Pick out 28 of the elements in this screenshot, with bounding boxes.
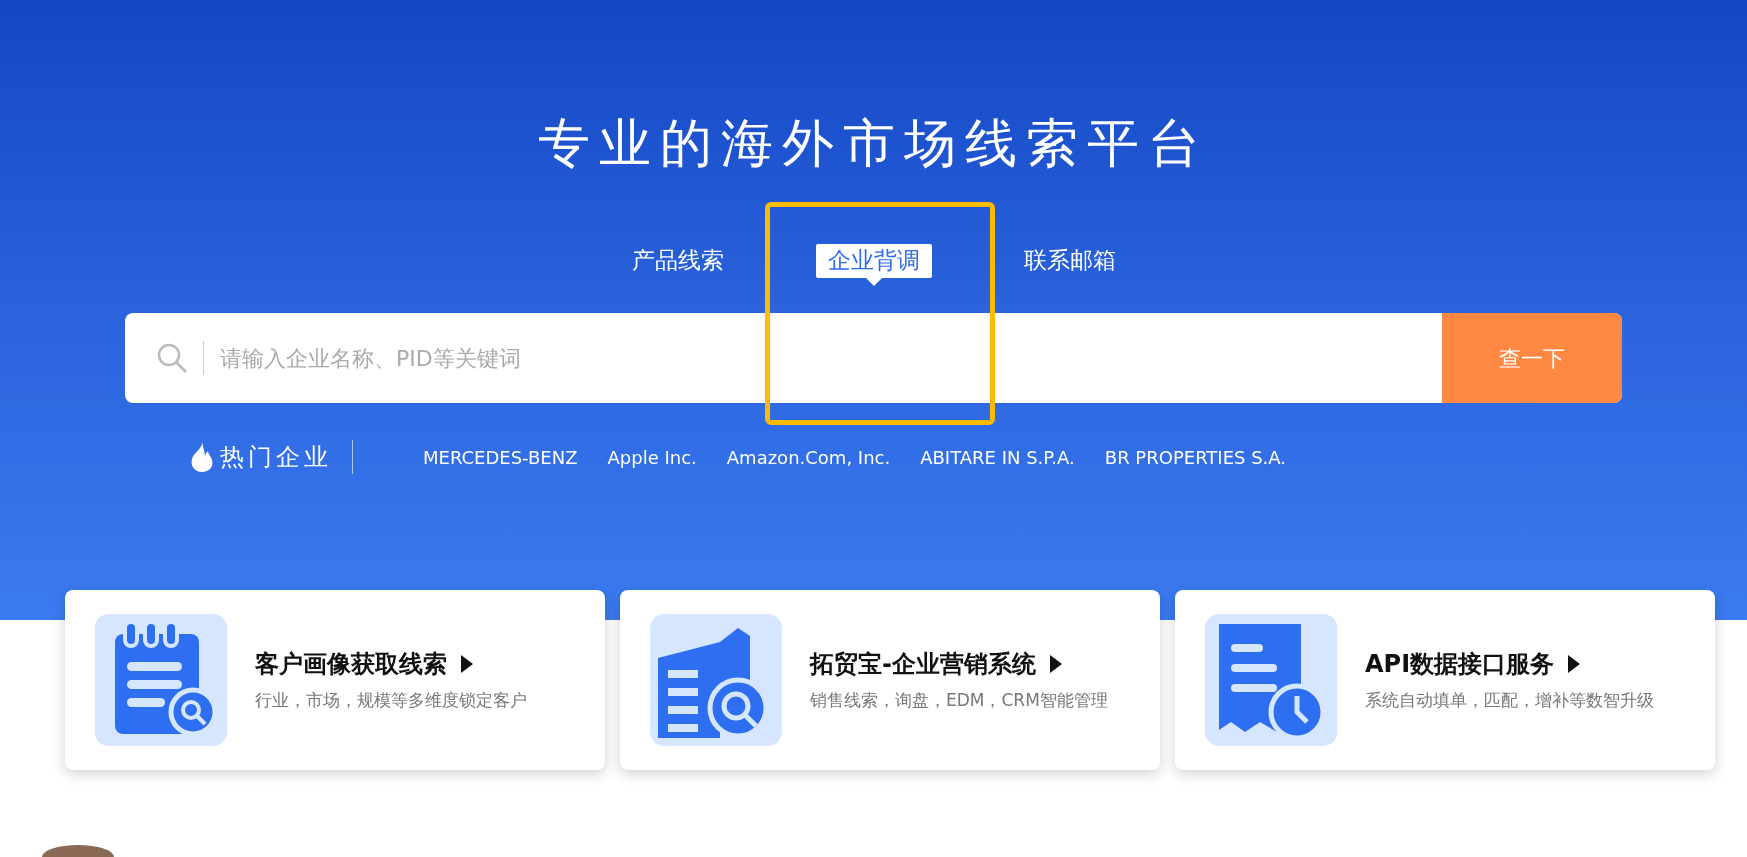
company-link[interactable]: MERCEDES-BENZ — [423, 443, 578, 471]
notepad-icon — [95, 614, 227, 746]
company-link[interactable]: Amazon.Com, Inc. — [726, 443, 891, 471]
service-card[interactable]: API数据接口服务 系统自动填单，匹配，增补等数智升级 — [1175, 590, 1715, 770]
service-description: 系统自动填单，匹配，增补等数智升级 — [1365, 689, 1654, 713]
service-title: 拓贸宝-企业营销系统 — [810, 649, 1036, 681]
service-card[interactable]: 拓贸宝-企业营销系统 销售线索，询盘，EDM，CRM智能管理 — [620, 590, 1160, 770]
building-icon — [650, 614, 782, 746]
play-triangle-icon — [1049, 655, 1062, 674]
service-title: 客户画像获取线索 — [255, 649, 447, 681]
service-description: 行业，市场，规模等多维度锁定客户 — [255, 689, 527, 713]
hot-companies-label: 热门企业 — [220, 442, 332, 474]
service-description: 销售线索，询盘，EDM，CRM智能管理 — [810, 689, 1108, 713]
company-link[interactable]: BR PROPERTIES S.A. — [1104, 443, 1287, 471]
search-tab[interactable]: 产品线索 — [619, 244, 736, 288]
service-card[interactable]: 客户画像获取线索 行业，市场，规模等多维度锁定客户 — [65, 590, 605, 770]
play-triangle-icon — [461, 655, 473, 674]
play-triangle-icon — [1568, 655, 1581, 674]
flame-icon — [190, 442, 214, 473]
company-link[interactable]: Apple Inc. — [607, 443, 697, 471]
search-button[interactable]: 查一下 — [1442, 313, 1622, 404]
page-title: 专业的海外市场线索平台 — [537, 112, 1210, 175]
search-tab[interactable]: 联系邮箱 — [1011, 244, 1128, 288]
avatar — [42, 845, 114, 857]
service-title: API数据接口服务 — [1365, 649, 1555, 681]
search-field[interactable]: 请输入企业名称、PID等关键词 查一下 — [125, 313, 1622, 404]
company-link[interactable]: ABITARE IN S.P.A. — [920, 443, 1075, 471]
document-clock-icon — [1205, 614, 1337, 746]
